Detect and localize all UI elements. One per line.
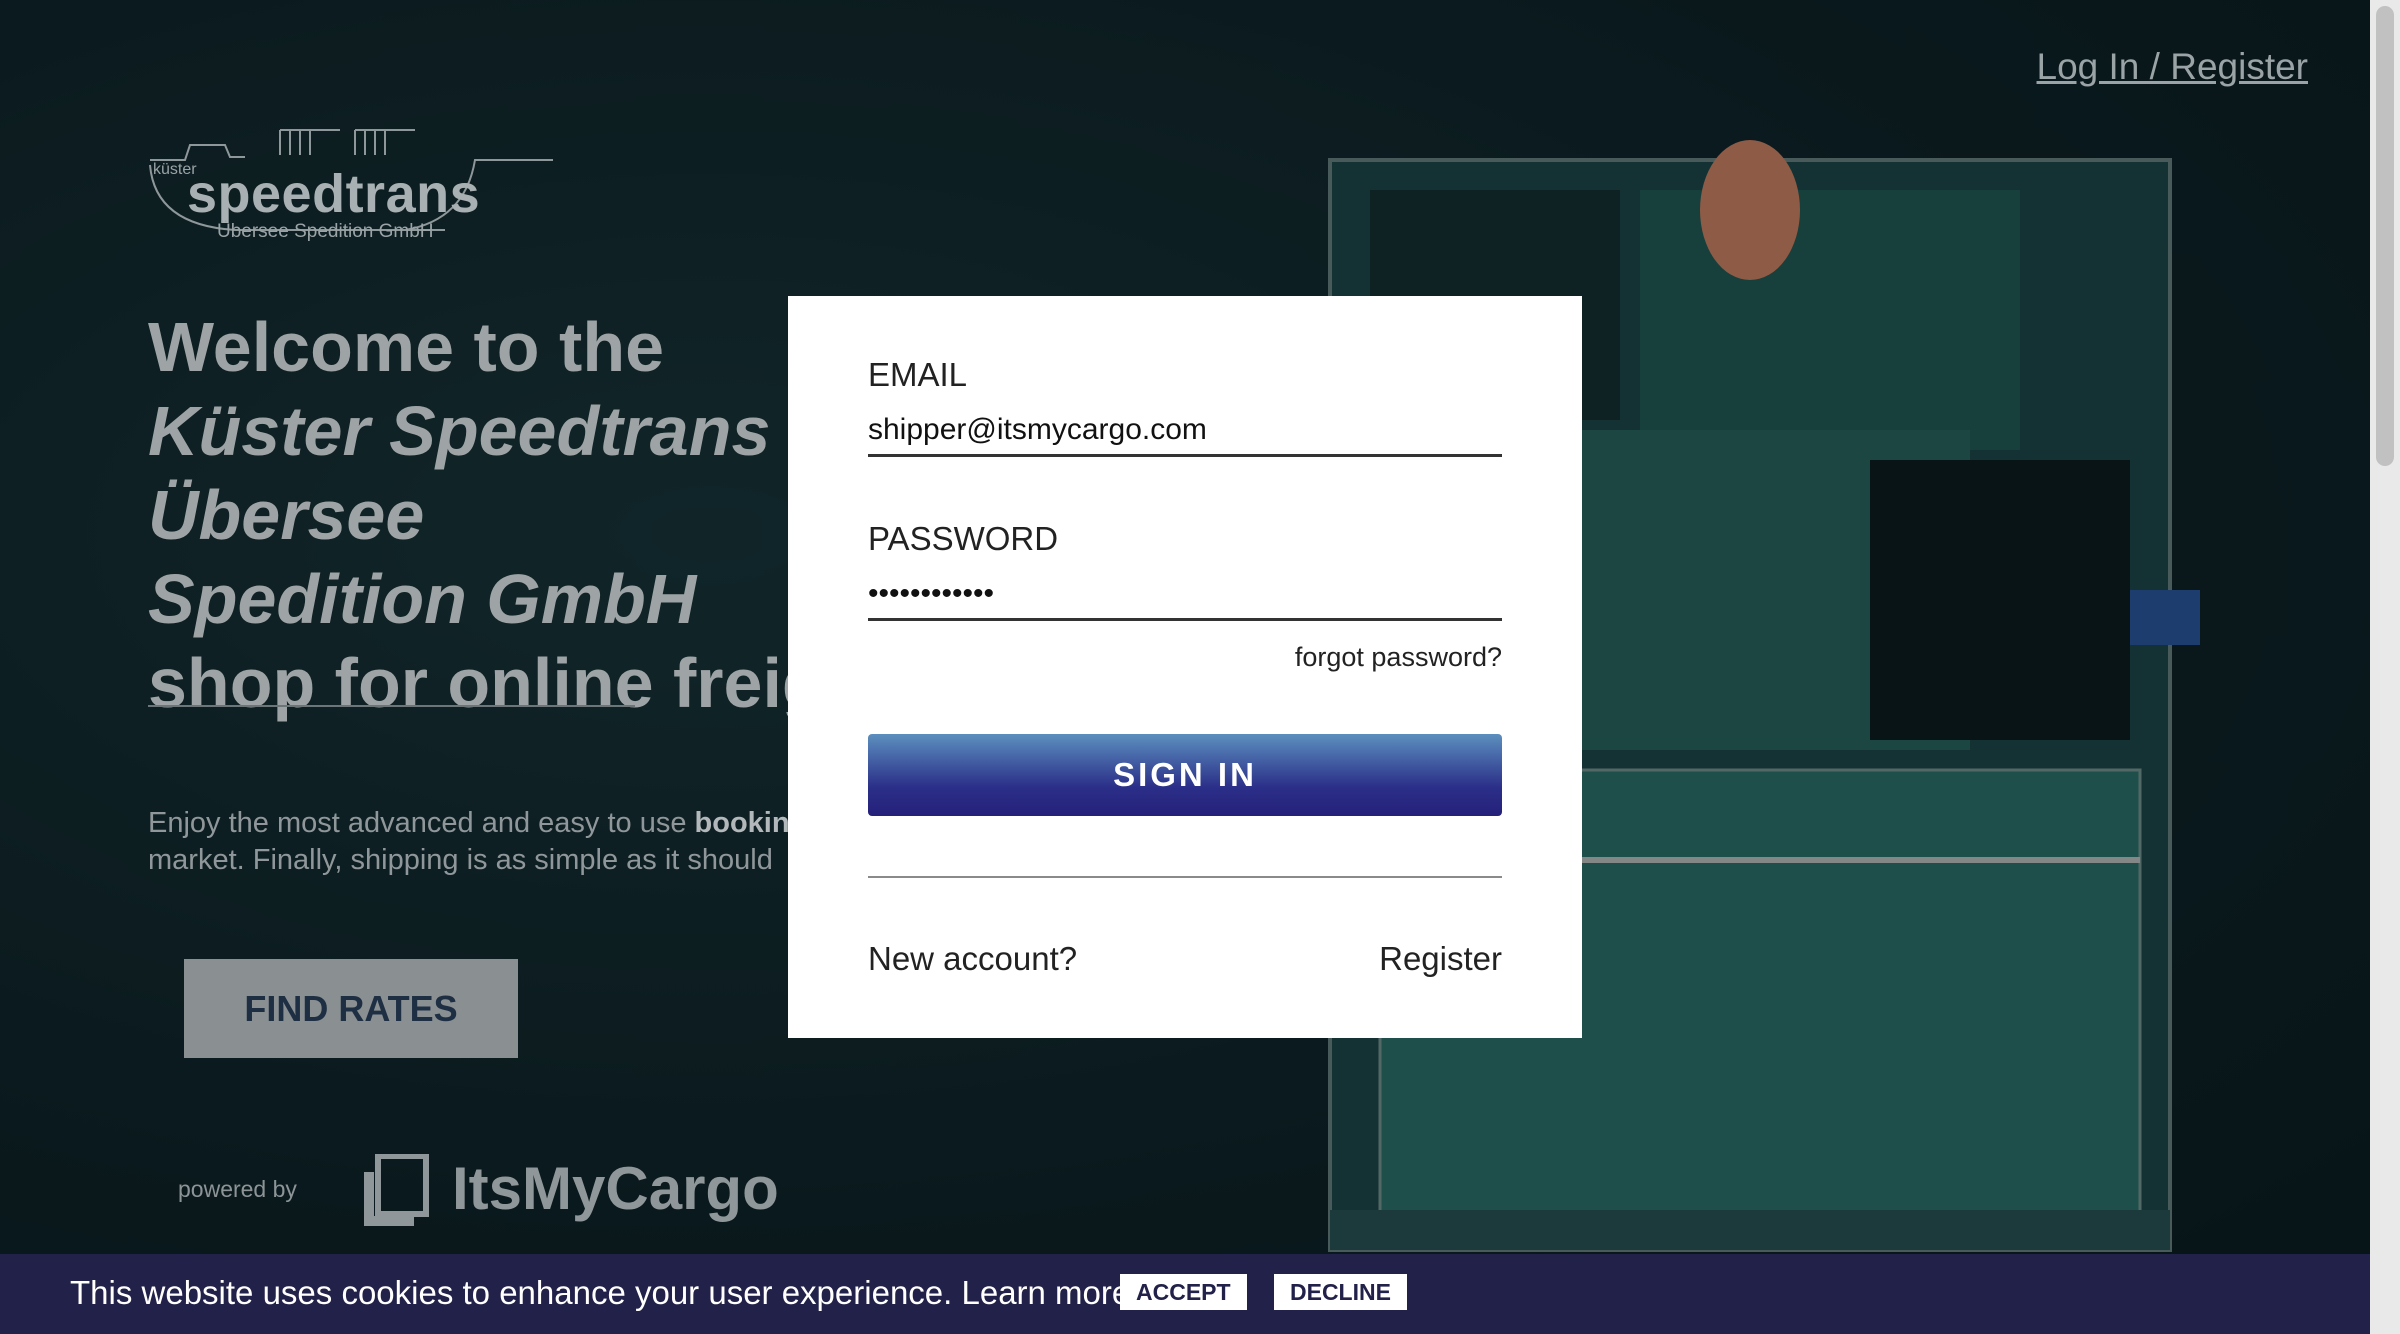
- logo-subtitle: Übersee Spedition GmbH: [217, 221, 434, 242]
- new-account-label: New account?: [868, 940, 1078, 977]
- cookie-accept-button[interactable]: ACCEPT: [1120, 1274, 1247, 1310]
- cookie-text: This website uses cookies to enhance you…: [70, 1274, 1131, 1311]
- register-link[interactable]: Register: [1379, 940, 1502, 978]
- cookie-decline-button[interactable]: DECLINE: [1274, 1274, 1407, 1310]
- forgot-password-link[interactable]: forgot password?: [1295, 642, 1502, 673]
- email-field[interactable]: [868, 406, 1502, 457]
- scrollbar[interactable]: [2370, 0, 2400, 1334]
- login-register-link[interactable]: Log In / Register: [2037, 46, 2308, 88]
- powered-by-label: powered by: [178, 1176, 297, 1202]
- hero-divider: [148, 705, 635, 707]
- intro-line-2: market. Finally, shipping is as simple a…: [148, 844, 773, 876]
- sign-in-button[interactable]: SIGN IN: [868, 734, 1502, 816]
- intro-prefix: Enjoy the most advanced and easy to use: [148, 807, 695, 839]
- company-logo: küster speedtrans Übersee Spedition GmbH: [145, 115, 555, 245]
- logo-brand-text: speedtrans: [187, 164, 481, 224]
- intro-text: Enjoy the most advanced and easy to use …: [148, 805, 808, 879]
- password-label: PASSWORD: [868, 520, 1059, 557]
- find-rates-button[interactable]: FIND RATES: [184, 959, 518, 1058]
- modal-divider: [868, 876, 1502, 878]
- itsmycargo-brand: ItsMyCargo: [452, 1155, 779, 1222]
- email-label: EMAIL: [868, 356, 968, 393]
- password-field[interactable]: [868, 570, 1502, 621]
- cookie-banner: This website uses cookies to enhance you…: [0, 1254, 2370, 1334]
- login-modal: EMAIL PASSWORD forgot password? SIGN IN …: [788, 296, 1582, 1038]
- scrollbar-thumb[interactable]: [2376, 6, 2394, 466]
